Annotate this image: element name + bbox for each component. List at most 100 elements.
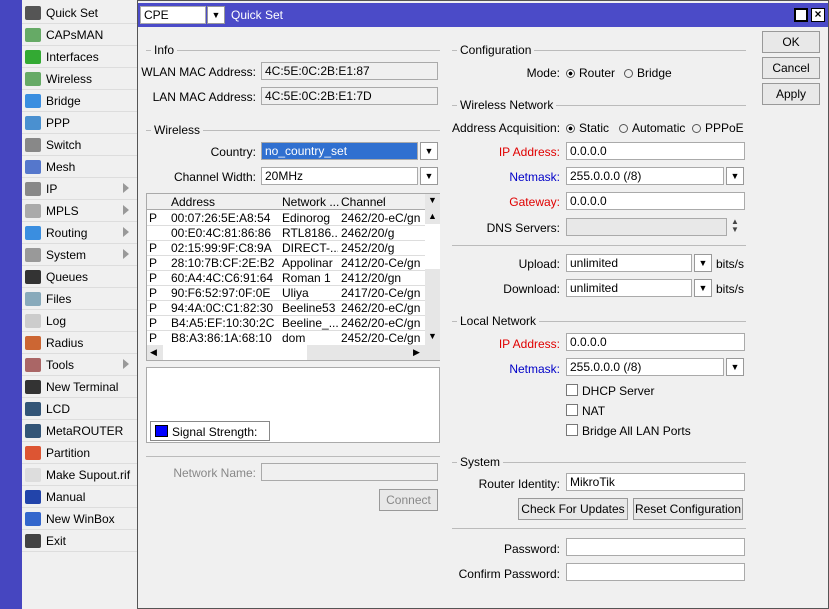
scroll-up-icon[interactable]: ▲ [428,211,437,221]
sidebar-item-wireless[interactable]: Wireless [22,68,137,90]
sidebar-item-label: Bridge [46,93,81,108]
close-icon[interactable]: × [811,8,825,22]
cancel-button[interactable]: Cancel [762,57,820,79]
radio-icon [566,124,575,133]
sidebar-item-bridge[interactable]: Bridge [22,90,137,112]
table-row[interactable]: P 00:07:26:5E:A8:54 Edinorog 2462/20-eC/gn [147,211,425,226]
channel-cell: 2452/20/g [341,241,395,255]
download-dropdown-icon[interactable]: ▼ [694,279,712,297]
radio-pppoe[interactable]: PPPoE [692,121,744,135]
sidebar-item-routing[interactable]: Routing [22,222,137,244]
scroll-down-icon[interactable]: ▼ [428,331,437,341]
table-row[interactable]: P 90:F6:52:97:0F:0E Uliya 2417/20-Ce/gn [147,286,425,301]
maximize-icon[interactable] [794,8,808,22]
sidebar-item-make-supout-rif[interactable]: Make Supout.rif [22,464,137,486]
check-updates-button[interactable]: Check For Updates [518,498,628,520]
channel-width-dropdown-icon[interactable]: ▼ [420,167,438,185]
sidebar-item-new-terminal[interactable]: New Terminal [22,376,137,398]
sidebar-item-new-winbox[interactable]: New WinBox [22,508,137,530]
sidebar-item-queues[interactable]: Queues [22,266,137,288]
country-dropdown-icon[interactable]: ▼ [420,142,438,160]
nat-checkbox[interactable] [566,404,578,416]
radio-bridge[interactable]: Bridge [624,66,672,80]
scroll-left-icon[interactable]: ◀ [150,347,157,358]
sidebar-item-radius[interactable]: Radius [22,332,137,354]
sidebar-item-label: New WinBox [46,511,115,526]
channel-width-select[interactable]: 20MHz [261,167,418,185]
sidebar-item-manual[interactable]: Manual [22,486,137,508]
sidebar-item-switch[interactable]: Switch [22,134,137,156]
table-row[interactable]: P 60:A4:4C:C6:91:64 Roman 1 2412/20/gn [147,271,425,286]
wan-netmask-dropdown-icon[interactable]: ▼ [726,167,744,185]
dns-field[interactable] [566,218,727,236]
scroll-right-icon[interactable]: ▶ [413,347,420,358]
table-row[interactable]: 00:E0:4C:81:86:86 RTL8186... 2462/20/g [147,226,425,241]
signal-legend-label: Signal Strength: [172,425,258,439]
sidebar-item-log[interactable]: Log [22,310,137,332]
dns-updown-icon[interactable]: ▲ ▼ [731,218,739,234]
column-menu-icon[interactable]: ▼ [428,195,437,205]
network-cell: Uliya [282,286,309,300]
sidebar-item-partition[interactable]: Partition [22,442,137,464]
sidebar-item-exit[interactable]: Exit [22,530,137,552]
radio-static[interactable]: Static [566,121,609,135]
confirm-password-field[interactable] [566,563,745,581]
horizontal-scrollbar[interactable]: ◀ ▶ [147,345,440,360]
table-row[interactable]: P B4:A5:EF:10:30:2C Beeline_... 2462/20-eC/… [147,316,425,331]
wan-netmask-field[interactable]: 255.0.0.0 (/8) [566,167,724,185]
lan-ip-label: IP Address: [498,337,560,351]
reset-configuration-button[interactable]: Reset Configuration [633,498,743,520]
upload-field[interactable]: unlimited [566,254,692,272]
network-cell: DIRECT-... [282,241,338,255]
radio-automatic[interactable]: Automatic [619,121,685,135]
apply-button[interactable]: Apply [762,83,820,105]
identity-field[interactable]: MikroTik [566,473,745,491]
sidebar-item-mpls[interactable]: MPLS [22,200,137,222]
country-select[interactable]: no_country_set [261,142,418,160]
sidebar-item-lcd[interactable]: LCD [22,398,137,420]
password-field[interactable] [566,538,745,556]
sidebar-item-ip[interactable]: IP [22,178,137,200]
sidebar-item-interfaces[interactable]: Interfaces [22,46,137,68]
table-row[interactable]: P 28:10:7B:CF:2E:B2 Appolinar 2412/20-Ce/gn [147,256,425,271]
wan-ip-field[interactable]: 0.0.0.0 [566,142,745,160]
sidebar-item-ppp[interactable]: PPP [22,112,137,134]
acquisition-label: Address Acquisition: [452,121,561,135]
lan-ip-field[interactable]: 0.0.0.0 [566,333,745,351]
column-network[interactable]: Network ... [282,195,339,209]
channel-cell: 2412/20-Ce/gn [341,256,421,270]
lan-netmask-dropdown-icon[interactable]: ▼ [726,358,744,376]
bridge-lan-checkbox[interactable] [566,424,578,436]
table-row[interactable]: P 94:4A:0C:C1:82:30 Beeline53 2462/20-eC/gn [147,301,425,316]
radio-router[interactable]: Router [566,66,615,80]
sidebar-item-system[interactable]: System [22,244,137,266]
address-cell: 90:F6:52:97:0F:0E [171,286,271,300]
connect-button[interactable]: Connect [379,489,438,511]
scroll-thumb-h[interactable] [163,345,307,360]
ok-button[interactable]: OK [762,31,820,53]
sidebar-item-mesh[interactable]: Mesh [22,156,137,178]
table-row[interactable]: P B8:A3:86:1A:68:10 dom 2452/20-Ce/gn [147,331,425,346]
sidebar-item-capsman[interactable]: CAPsMAN [22,24,137,46]
switch-icon [25,137,41,152]
scroll-thumb[interactable] [425,224,440,269]
network-name-field[interactable] [261,463,438,481]
sidebar-item-tools[interactable]: Tools [22,354,137,376]
mode-select[interactable]: CPE [140,6,206,24]
column-channel[interactable]: Channel [341,195,386,209]
mode-select-dropdown-icon[interactable]: ▼ [207,6,225,24]
upload-dropdown-icon[interactable]: ▼ [694,254,712,272]
gateway-field[interactable]: 0.0.0.0 [566,192,745,210]
column-address[interactable]: Address [171,195,215,209]
dhcp-server-checkbox[interactable] [566,384,578,396]
lan-netmask-field[interactable]: 255.0.0.0 (/8) [566,358,724,376]
download-unit: bits/s [716,282,745,296]
sidebar-item-quick-set[interactable]: Quick Set [22,2,137,24]
table-row[interactable]: P 02:15:99:9F:C8:9A DIRECT-... 2452/20/g [147,241,425,256]
sidebar-item-metarouter[interactable]: MetaROUTER [22,420,137,442]
download-label: Download: [503,282,560,296]
vertical-scrollbar[interactable]: ▼ ▲ ▼ [425,194,440,345]
download-field[interactable]: unlimited [566,279,692,297]
signal-graph: Signal Strength: [146,367,440,443]
sidebar-item-files[interactable]: Files [22,288,137,310]
